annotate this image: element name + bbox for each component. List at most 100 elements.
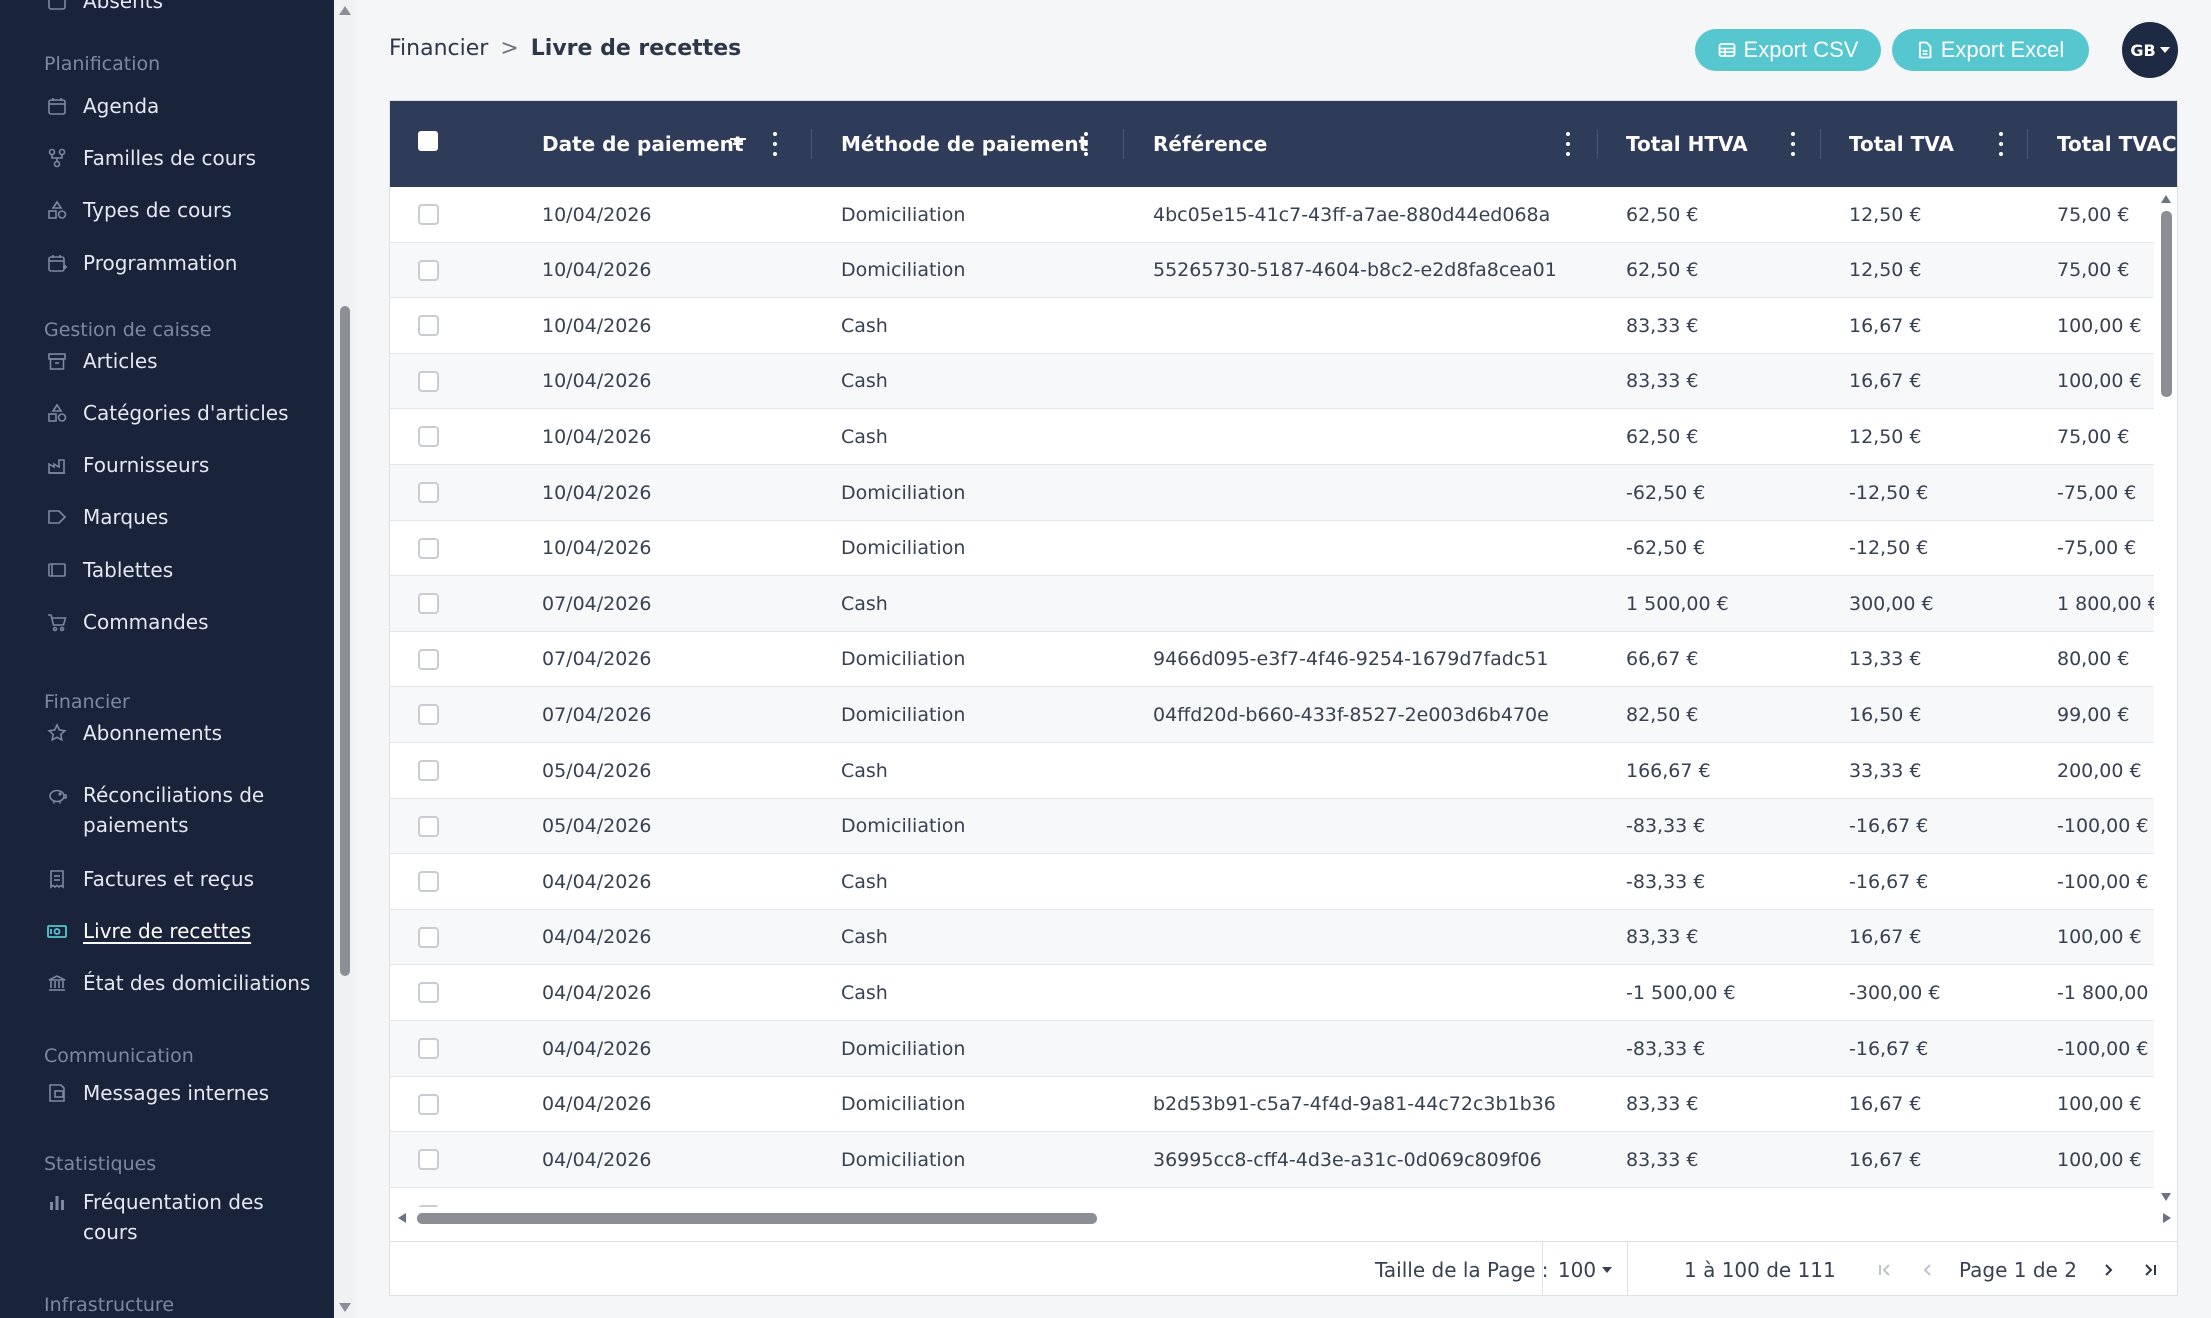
sidebar-scroll-thumb[interactable] [340,306,350,976]
grid-vertical-scroll-thumb[interactable] [2161,211,2172,397]
row-checkbox[interactable] [418,926,439,948]
column-header-tva[interactable]: Total TVA [1849,101,1954,187]
cell-tva: 13,33 € [1849,648,1922,671]
cell-date: 10/04/2026 [542,537,652,560]
column-menu-icon[interactable] [1783,132,1803,156]
column-divider[interactable] [811,129,812,159]
row-checkbox[interactable] [418,370,439,392]
row-checkbox[interactable] [418,1149,439,1171]
filter-icon[interactable] [728,134,748,154]
column-header-date[interactable]: Date de paiement [542,101,743,187]
column-divider[interactable] [1123,129,1124,159]
table-row[interactable]: 10/04/2026 Cash 62,50 € 12,50 € 75,00 € [390,409,2154,465]
scroll-down-arrow-icon[interactable] [339,1303,351,1312]
cell-date: 10/04/2026 [542,314,652,337]
table-row[interactable]: 05/04/2026 Cash 166,67 € 33,33 € 200,00 € [390,743,2154,799]
tablet-icon [44,557,70,583]
previous-page-icon[interactable] [1916,1258,1940,1282]
table-row[interactable]: 10/04/2026 Cash 83,33 € 16,67 € 100,00 € [390,353,2154,410]
factory-icon [44,452,70,478]
page-size-select[interactable]: 100 [1542,1242,1628,1295]
table-row[interactable]: 10/04/2026 Domiciliation -62,50 € -12,50 € -… [390,465,2154,521]
row-checkbox[interactable] [418,760,439,781]
column-header-reference[interactable]: Référence [1153,101,1267,187]
row-checkbox[interactable] [418,1093,439,1115]
column-menu-icon[interactable] [1076,132,1096,156]
sidebar-item-absents[interactable]: Absents [0,0,334,16]
user-avatar-menu[interactable]: GB [2122,22,2178,78]
next-page-icon[interactable] [2096,1258,2120,1282]
scroll-down-arrow-icon[interactable] [2161,1193,2171,1201]
table-row[interactable]: 04/04/2026 Domiciliation b2d53b91-c5a7-4f4… [390,1077,2154,1133]
table-row[interactable]: 03/04/2026 Cash 50,00 € 10,00 € 60,00 € [390,1188,2154,1207]
grid-horizontal-scrollbar[interactable] [390,1207,2177,1229]
column-header-htva[interactable]: Total HTVA [1626,101,1748,187]
table-row[interactable]: 04/04/2026 Cash -1 500,00 € -300,00 € -1 800… [390,965,2154,1021]
last-page-icon[interactable] [2138,1258,2162,1282]
column-menu-icon[interactable] [765,132,785,156]
column-header-tvac[interactable]: Total TVAC [2057,101,2177,187]
cell-date: 10/04/2026 [542,259,652,282]
table-row[interactable]: 07/04/2026 Domiciliation 9466d095-e3f7-4f4… [390,632,2154,688]
row-checkbox[interactable] [418,482,439,503]
cell-method: Domiciliation [841,1148,966,1171]
cell-tvac: -75,00 € [2057,481,2137,504]
column-menu-icon[interactable] [1991,132,2011,156]
table-row[interactable]: 04/04/2026 Cash -83,33 € -16,67 € -100,00 € [390,854,2154,910]
row-checkbox[interactable] [418,871,439,893]
table-row[interactable]: 10/04/2026 Domiciliation -62,50 € -12,50 € -… [390,521,2154,577]
row-checkbox[interactable] [418,1038,439,1059]
grid-vertical-scrollbar[interactable] [2154,187,2177,1207]
row-checkbox[interactable] [418,815,439,837]
row-checkbox[interactable] [418,648,439,670]
cell-tva: 12,50 € [1849,259,1922,282]
cell-date: 03/04/2026 [542,1188,652,1207]
pagination-bar: Taille de la Page : 100 1 à 100 de 111 P… [390,1241,2177,1295]
table-row[interactable]: 10/04/2026 Cash 83,33 € 16,67 € 100,00 € [390,298,2154,354]
grid-horizontal-scroll-thumb[interactable] [417,1213,1097,1224]
column-divider[interactable] [2027,129,2028,159]
bank-icon [44,970,70,996]
row-checkbox[interactable] [418,537,439,559]
row-checkbox[interactable] [418,204,439,225]
table-row[interactable]: 04/04/2026 Domiciliation 36995cc8-cff4-4d3… [390,1132,2154,1188]
cell-date: 04/04/2026 [542,1093,652,1116]
column-divider[interactable] [1820,129,1821,159]
table-row[interactable]: 07/04/2026 Domiciliation 04ffd20d-b660-433… [390,687,2154,743]
select-all-checkbox[interactable] [418,131,438,151]
cell-tva: -12,50 € [1849,481,1929,504]
export-csv-button[interactable]: Export CSV [1695,29,1881,71]
row-checkbox[interactable] [418,704,439,726]
row-checkbox[interactable] [418,982,439,1004]
scroll-left-arrow-icon[interactable] [398,1213,406,1223]
table-row[interactable]: 05/04/2026 Domiciliation -83,33 € -16,67 € -… [390,798,2154,855]
sidebar-group-label: Statistiques [44,1153,157,1175]
tag-icon [44,504,70,530]
breadcrumb: Financier > Livre de recettes [389,36,741,61]
row-checkbox[interactable] [418,315,439,337]
export-excel-button[interactable]: Export Excel [1892,29,2089,71]
cell-tvac: -1 800,00 € [2057,981,2154,1004]
scroll-up-arrow-icon[interactable] [2161,195,2171,203]
row-checkbox[interactable] [418,593,439,615]
cell-tvac: 75,00 € [2057,203,2130,226]
breadcrumb-parent[interactable]: Financier [389,36,488,61]
scroll-up-arrow-icon[interactable] [339,6,351,15]
cell-htva: -62,50 € [1626,537,1706,560]
sidebar-scrollbar[interactable] [334,0,356,1318]
archive-box-icon [44,348,70,374]
row-checkbox[interactable] [418,426,439,448]
column-divider[interactable] [1597,129,1598,159]
piggy-bank-icon [44,782,70,808]
column-header-method[interactable]: Méthode de paiement [841,101,1088,187]
first-page-icon[interactable] [1873,1258,1897,1282]
table-row[interactable]: 10/04/2026 Domiciliation 55265730-5187-460… [390,242,2154,299]
table-row[interactable]: 10/04/2026 Domiciliation 4bc05e15-41c7-43f… [390,187,2154,243]
table-row[interactable]: 04/04/2026 Cash 83,33 € 16,67 € 100,00 € [390,909,2154,966]
cell-method: Cash [841,314,888,337]
table-row[interactable]: 07/04/2026 Cash 1 500,00 € 300,00 € 1 800,00… [390,576,2154,632]
column-menu-icon[interactable] [1558,132,1578,156]
row-checkbox[interactable] [418,259,439,281]
table-row[interactable]: 04/04/2026 Domiciliation -83,33 € -16,67 € -… [390,1021,2154,1077]
scroll-right-arrow-icon[interactable] [2163,1213,2171,1223]
